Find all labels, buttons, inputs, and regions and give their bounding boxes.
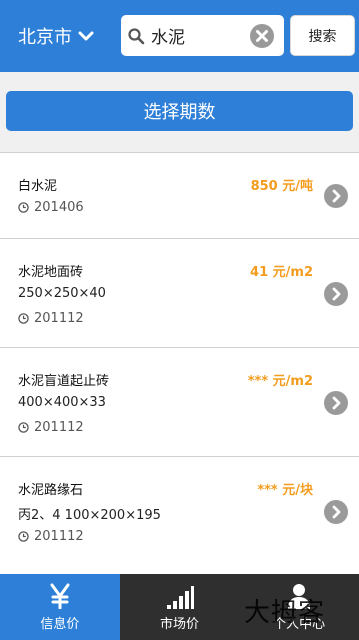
item-spec: 250×250×40 (18, 286, 106, 301)
clock-icon (18, 531, 29, 542)
item-price: 41 元/m2 (250, 265, 313, 280)
clock-icon (18, 422, 29, 433)
tab-market-price[interactable]: 市场价 (120, 574, 240, 640)
list-item[interactable]: 水泥路缘石 *** 元/块 丙2、4 100×200×195 201112 (0, 456, 359, 574)
yen-icon (45, 583, 75, 609)
user-icon (284, 583, 314, 609)
item-price: *** 元/m2 (247, 374, 313, 389)
tab-info-price[interactable]: 信息价 (0, 574, 120, 640)
item-date-value: 201112 (34, 529, 84, 544)
item-date: 201406 (18, 200, 84, 215)
chevron-down-icon (78, 31, 94, 41)
item-name: 水泥盲道起止砖 (18, 374, 110, 389)
search-input[interactable] (151, 21, 247, 49)
item-name: 水泥路缘石 (18, 483, 84, 498)
chevron-right-icon[interactable] (324, 282, 348, 306)
item-date-value: 201112 (34, 420, 84, 435)
tab-label: 市场价 (160, 616, 200, 632)
search-icon (128, 28, 145, 45)
list-item[interactable]: 白水泥 850 元/吨 201406 (0, 152, 359, 238)
item-name: 水泥地面砖 (18, 265, 84, 280)
tab-label: 个人中心 (273, 616, 326, 632)
bar-chart-icon (165, 583, 195, 609)
search-box (121, 15, 284, 56)
city-label: 北京市 (18, 27, 72, 48)
price-list: 白水泥 850 元/吨 201406 水泥地面砖 41 元/m2 250×250… (0, 152, 359, 574)
tab-personal-center[interactable]: 个人中心 (239, 574, 359, 640)
item-date-value: 201112 (34, 311, 84, 326)
item-name: 白水泥 (18, 179, 58, 194)
chevron-right-icon[interactable] (324, 500, 348, 524)
search-button[interactable]: 搜索 (290, 15, 355, 56)
clock-icon (18, 313, 29, 324)
clear-icon[interactable] (249, 23, 275, 49)
chevron-right-icon[interactable] (324, 391, 348, 415)
item-date: 201112 (18, 420, 84, 435)
item-spec: 丙2、4 100×200×195 (18, 508, 161, 523)
bottom-tab-bar: 信息价 市场价 个人中心 (0, 574, 359, 640)
tab-label: 信息价 (40, 616, 80, 632)
item-date: 201112 (18, 311, 84, 326)
list-item[interactable]: 水泥地面砖 41 元/m2 250×250×40 201112 (0, 238, 359, 347)
item-date-value: 201406 (34, 200, 84, 215)
chevron-right-icon[interactable] (324, 184, 348, 208)
item-spec: 400×400×33 (18, 395, 106, 410)
clock-icon (18, 202, 29, 213)
list-item[interactable]: 水泥盲道起止砖 *** 元/m2 400×400×33 201112 (0, 347, 359, 456)
item-price: 850 元/吨 (250, 179, 313, 194)
city-selector[interactable]: 北京市 (18, 23, 94, 49)
select-period-button[interactable]: 选择期数 (6, 91, 353, 131)
item-price: *** 元/块 (257, 483, 313, 498)
top-bar: 北京市 搜索 (0, 0, 359, 72)
item-date: 201112 (18, 529, 84, 544)
